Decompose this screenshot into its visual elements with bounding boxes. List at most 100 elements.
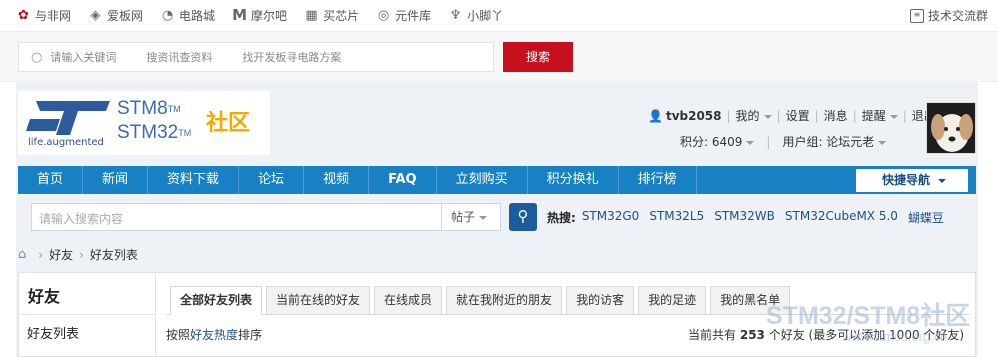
sidebar-divider [155, 272, 156, 357]
site-label: 与非网 [35, 9, 72, 23]
search-hint: 请输入关键词 [50, 51, 117, 64]
chat-icon: ≡ [909, 8, 924, 23]
tab-my-footprints[interactable]: 我的足迹 [638, 286, 707, 315]
site-label: 小脚丫 [467, 9, 504, 23]
site-logo[interactable]: life.augmented STM8TM STM32TM 社区 [18, 91, 270, 155]
global-search-input[interactable]: ○ 请输入关键词 搜资讯查资料 找开发板寻电路方案 [18, 42, 494, 72]
chevron-down-icon [889, 114, 898, 119]
search-button[interactable]: 搜索 [503, 42, 573, 72]
site-label: 摩尔吧 [251, 9, 288, 23]
quick-nav-button[interactable]: 快捷导航 [856, 169, 968, 192]
chevron-down-icon [938, 178, 947, 183]
nav-item-ranking[interactable]: 排行榜 [619, 166, 697, 194]
search-hint: 搜资讯查资料 [146, 51, 213, 64]
my-menu[interactable]: 我的 [736, 107, 772, 124]
nav-item-buy[interactable]: 立刻购买 [437, 166, 528, 194]
nav-item-forum[interactable]: 论坛 [239, 166, 305, 194]
settings-link[interactable]: 设置 [786, 107, 810, 124]
nav-item-video[interactable]: 视频 [304, 166, 370, 194]
sidebar-title: 好友 [28, 287, 61, 306]
usergroup-label: 用户组: 论坛元老 [782, 135, 875, 149]
m-letter-icon: M [232, 6, 248, 24]
quick-nav-label: 快捷导航 [882, 173, 931, 187]
usergroup-menu[interactable]: 用户组: 论坛元老 [782, 133, 887, 150]
username-link[interactable]: tvb2058 [666, 109, 722, 123]
nav-item-points-gift[interactable]: 积分换礼 [528, 166, 619, 194]
site-link-aiban[interactable]: ◈ 爱板网 [88, 7, 144, 24]
site-link-eefocus[interactable]: ✿ 与非网 [16, 7, 71, 24]
nav-item-home[interactable]: 首页 [18, 166, 84, 194]
home-icon[interactable]: ⌂ [18, 247, 26, 262]
tech-group-label: 技术交流群 [927, 9, 988, 23]
sidebar-title-divider [18, 314, 155, 315]
foot-icon: ♆ [449, 8, 462, 23]
hot-searches: 热搜: STM32G0 STM32L5 STM32WB STM32CubeMX … [547, 209, 954, 226]
st-logo-icon [26, 101, 110, 135]
my-label: 我的 [735, 109, 760, 123]
count-prefix: 当前共有 [688, 328, 737, 342]
nav-item-faq[interactable]: FAQ [369, 166, 437, 194]
hot-search-label: 热搜: [547, 211, 576, 225]
search-icon: ⚲ [517, 207, 529, 225]
search-scope-label: 帖子 [451, 210, 476, 224]
search-scope-select[interactable]: 帖子 [441, 204, 501, 230]
breadcrumb-friends[interactable]: 好友 [49, 246, 73, 263]
divider: | [814, 108, 819, 123]
logo-stm32: STM32 [117, 122, 179, 143]
nav-item-downloads[interactable]: 资料下载 [148, 166, 240, 194]
friend-tabs: 全部好友列表 当前在线的好友 在线成员 就在我附近的朋友 我的访客 我的足迹 我… [170, 286, 794, 315]
user-bar: 👤 tvb2058 | 我的 | 设置 | 消息 | 提醒 | 退出 [648, 107, 936, 124]
points-bar: 积分: 6409 | 用户组: 论坛元老 [680, 133, 887, 150]
sort-by-heat-link[interactable]: 好友热度 [190, 328, 238, 342]
avatar[interactable] [926, 102, 976, 154]
points-menu[interactable]: 积分: 6409 [680, 133, 755, 150]
forum-search-input[interactable]: 请输入搜索内容 帖子 [31, 203, 501, 231]
remind-menu[interactable]: 提醒 [862, 107, 898, 124]
chevron-down-icon [878, 140, 887, 145]
breadcrumb-friend-list[interactable]: 好友列表 [90, 246, 138, 263]
site-link-component-lib[interactable]: ◎ 元件库 [376, 7, 431, 24]
tab-online-members[interactable]: 在线成员 [374, 286, 443, 315]
tab-all-friends[interactable]: 全部好友列表 [170, 286, 263, 315]
hot-search-keyword[interactable]: STM32CubeMX 5.0 [785, 209, 898, 226]
tech-group-link[interactable]: ≡ 技术交流群 [909, 7, 988, 24]
site-link-buy-chips[interactable]: ▦ 买芯片 [304, 7, 359, 24]
divider: | [726, 108, 731, 123]
watermark: STM32/STM8社区 [766, 302, 971, 330]
circuit-icon: ◔ [161, 8, 174, 23]
hot-search-keyword[interactable]: STM32G0 [582, 209, 640, 226]
logo-tm: TM [167, 104, 181, 114]
hot-search-keyword[interactable]: 蝴蝶豆 [908, 209, 944, 226]
sidebar-item-friend-list[interactable]: 好友列表 [27, 323, 79, 342]
site-label: 电路城 [179, 9, 216, 23]
logo-stm8: STM8 [117, 98, 168, 119]
breadcrumb: ⌂ › 好友 › 好友列表 [18, 246, 138, 263]
hot-search-keyword[interactable]: STM32L5 [649, 209, 704, 226]
divider: | [776, 108, 781, 123]
hot-search-keyword[interactable]: STM32WB [714, 209, 775, 226]
chevron-right-icon: › [79, 247, 84, 262]
watermark-url: www.stmcu.org.cn [842, 329, 948, 344]
grid-icon: ▦ [305, 8, 318, 23]
chevron-down-icon [763, 114, 772, 119]
site-label: 爱板网 [107, 9, 144, 23]
component-icon: ◎ [377, 8, 390, 23]
tab-nearby-friends[interactable]: 就在我附近的朋友 [446, 286, 563, 315]
site-link-moore8[interactable]: M 摩尔吧 [232, 7, 287, 24]
sort-info: 按照好友热度排序 [166, 326, 262, 343]
messages-link[interactable]: 消息 [824, 107, 848, 124]
logo-community: 社区 [206, 111, 251, 136]
logo-tagline: life.augmented [28, 137, 104, 148]
main-nav: 首页 新闻 资料下载 论坛 视频 FAQ 立刻购买 积分换礼 排行榜 [18, 166, 976, 194]
forum-search-button[interactable]: ⚲ [509, 203, 537, 231]
site-link-dianlucheng[interactable]: ◔ 电路城 [160, 7, 215, 24]
nav-item-news[interactable]: 新闻 [83, 166, 149, 194]
divider: | [902, 108, 907, 123]
points-label: 积分: 6409 [680, 135, 743, 149]
site-link-stepfpga[interactable]: ♆ 小脚丫 [448, 7, 503, 24]
tab-online-friends[interactable]: 当前在线的好友 [266, 286, 371, 315]
divider: | [766, 134, 771, 149]
diamond-icon: ◈ [90, 8, 101, 23]
divider: | [852, 108, 857, 123]
tab-my-visitors[interactable]: 我的访客 [566, 286, 635, 315]
